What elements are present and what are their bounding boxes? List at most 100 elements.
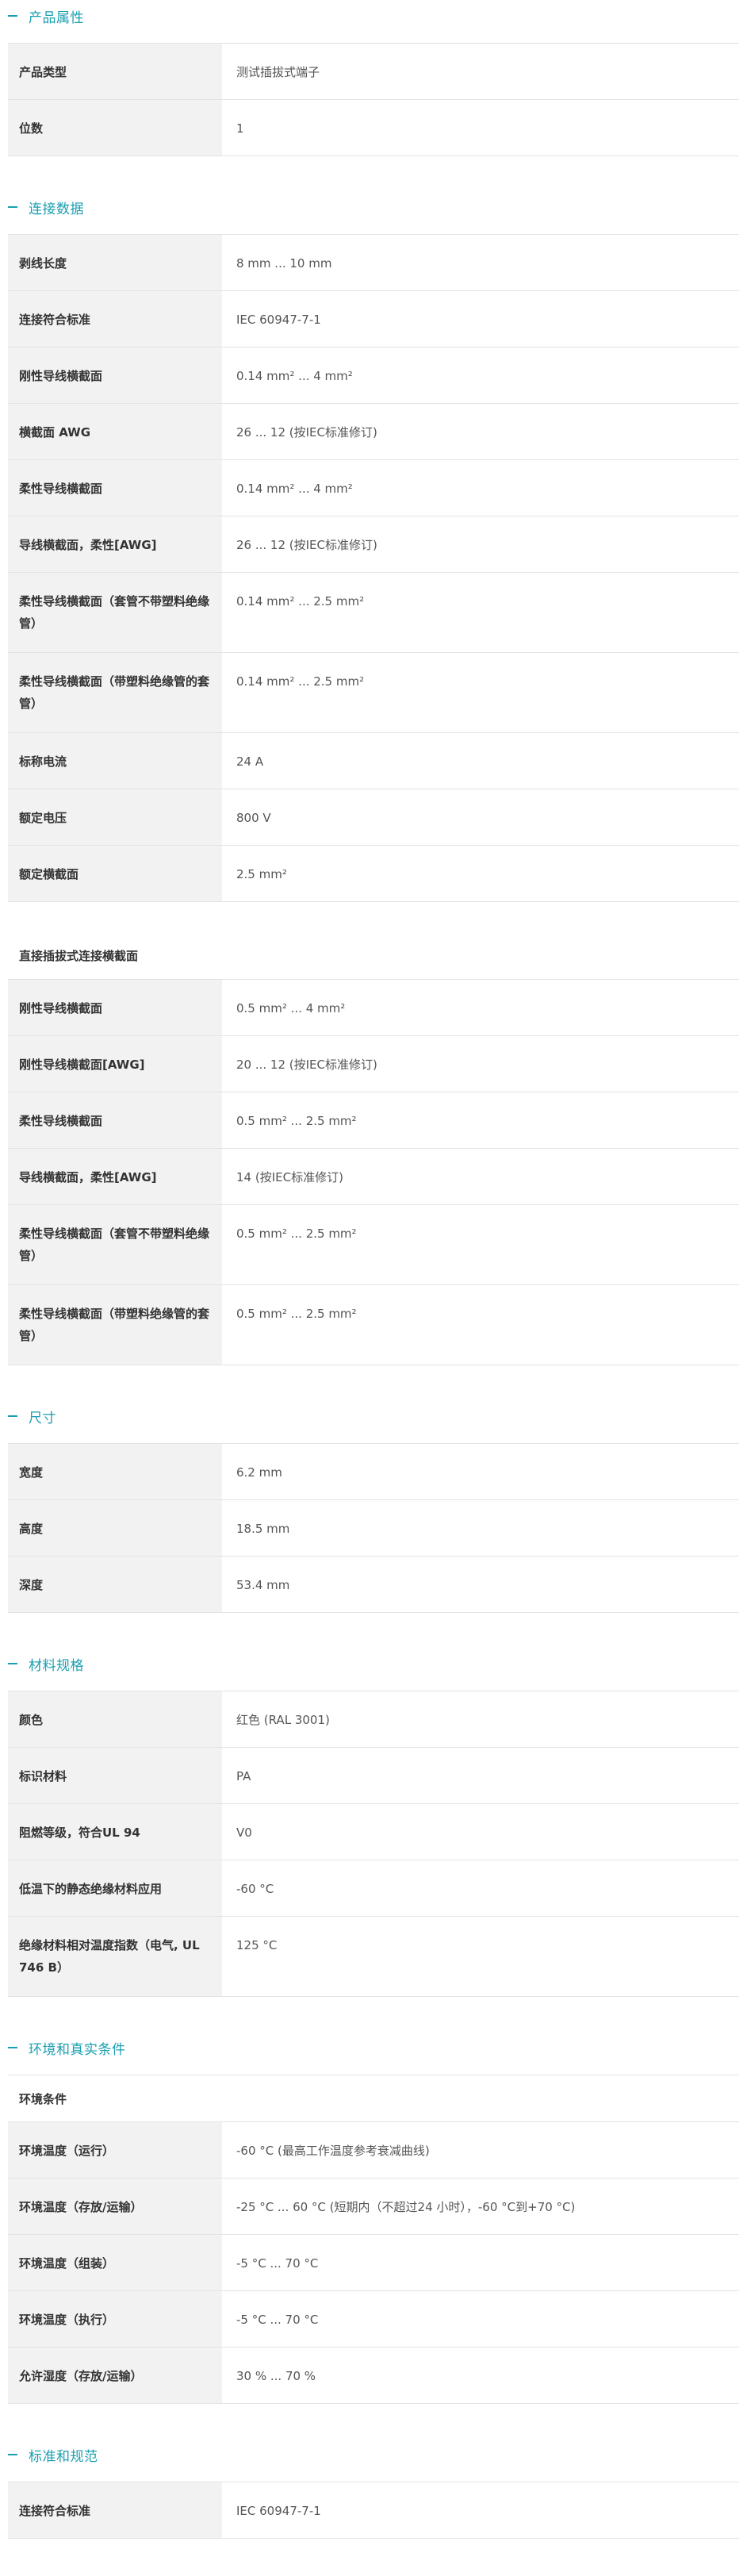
spec-table-product-properties: 产品类型 测试插拔式端子 位数 1 bbox=[8, 43, 739, 156]
row-value: -60 °C bbox=[236, 1882, 274, 1896]
row-label: 刚性导线横截面 bbox=[8, 980, 222, 1035]
row-label: 额定电压 bbox=[8, 789, 222, 845]
row-value: PA bbox=[236, 1769, 251, 1783]
spec-page: 产品属性 产品类型 测试插拔式端子 位数 1 连接数据 剥线长度 8 mm ... 1… bbox=[0, 0, 747, 2539]
row-value: 红色 (RAL 3001) bbox=[236, 1713, 330, 1727]
row-value: 1 bbox=[236, 121, 244, 136]
table-row: 标识材料 PA bbox=[8, 1748, 739, 1804]
row-value: 53.4 mm bbox=[236, 1578, 290, 1592]
row-value: 8 mm ... 10 mm bbox=[236, 256, 332, 271]
row-label: 标称电流 bbox=[8, 733, 222, 789]
table-row: 产品类型 测试插拔式端子 bbox=[8, 44, 739, 100]
table-row: 连接符合标准 IEC 60947-7-1 bbox=[8, 2482, 739, 2539]
row-label: 阻燃等级，符合UL 94 bbox=[8, 1804, 222, 1860]
row-value: 0.14 mm² ... 2.5 mm² bbox=[236, 594, 365, 608]
table-row: 连接符合标准 IEC 60947-7-1 bbox=[8, 291, 739, 347]
row-label: 连接符合标准 bbox=[8, 2482, 222, 2538]
row-label: 位数 bbox=[8, 100, 222, 155]
spec-table-direct-plug: 刚性导线横截面 0.5 mm² ... 4 mm² 刚性导线横截面[AWG] 20 … bbox=[8, 980, 739, 1365]
section-title: 连接数据 bbox=[29, 201, 84, 217]
table-row: 环境温度（组装） -5 °C ... 70 °C bbox=[8, 2235, 739, 2291]
row-label: 刚性导线横截面[AWG] bbox=[8, 1036, 222, 1092]
row-label: 导线横截面，柔性[AWG] bbox=[8, 1149, 222, 1204]
table-row: 阻燃等级，符合UL 94 V0 bbox=[8, 1804, 739, 1860]
row-value: 0.14 mm² ... 2.5 mm² bbox=[236, 674, 365, 689]
section-title: 环境和真实条件 bbox=[29, 2041, 126, 2058]
table-row: 位数 1 bbox=[8, 100, 739, 156]
row-value: 6.2 mm bbox=[236, 1465, 282, 1480]
section-header-standards[interactable]: 标准和规范 bbox=[0, 2439, 747, 2470]
row-label: 柔性导线横截面（带塑料绝缘管的套管） bbox=[8, 653, 222, 732]
section-title: 材料规格 bbox=[29, 1657, 84, 1674]
row-label: 环境温度（执行） bbox=[8, 2291, 222, 2347]
row-label: 刚性导线横截面 bbox=[8, 347, 222, 403]
row-value: 125 °C bbox=[236, 1938, 278, 1952]
table-row: 柔性导线横截面（带塑料绝缘管的套管） 0.5 mm² ... 2.5 mm² bbox=[8, 1285, 739, 1365]
row-value: 30 % ... 70 % bbox=[236, 2369, 316, 2383]
table-row: 柔性导线横截面 0.5 mm² ... 2.5 mm² bbox=[8, 1092, 739, 1149]
table-row: 颜色 红色 (RAL 3001) bbox=[8, 1691, 739, 1748]
row-label: 柔性导线横截面 bbox=[8, 1092, 222, 1148]
table-row: 柔性导线横截面 0.14 mm² ... 4 mm² bbox=[8, 460, 739, 516]
row-label: 剥线长度 bbox=[8, 235, 222, 290]
table-row: 绝缘材料相对温度指数（电气, UL 746 B） 125 °C bbox=[8, 1917, 739, 1997]
table-row: 柔性导线横截面（套管不带塑料绝缘管） 0.14 mm² ... 2.5 mm² bbox=[8, 573, 739, 653]
row-label: 颜色 bbox=[8, 1691, 222, 1747]
table-row: 额定电压 800 V bbox=[8, 789, 739, 846]
table-row: 刚性导线横截面 0.14 mm² ... 4 mm² bbox=[8, 347, 739, 404]
table-row: 环境温度（执行） -5 °C ... 70 °C bbox=[8, 2291, 739, 2348]
row-label: 柔性导线横截面 bbox=[8, 460, 222, 516]
table-row: 刚性导线横截面[AWG] 20 ... 12 (按IEC标准修订) bbox=[8, 1036, 739, 1092]
spec-table-material-specs: 颜色 红色 (RAL 3001) 标识材料 PA 阻燃等级，符合UL 94 V0 低温… bbox=[8, 1691, 739, 1997]
collapse-dash-icon[interactable] bbox=[8, 2454, 17, 2455]
section-header-dimensions[interactable]: 尺寸 bbox=[0, 1400, 747, 1432]
spec-table-dimensions: 宽度 6.2 mm 高度 18.5 mm 深度 53.4 mm bbox=[8, 1443, 739, 1613]
subgroup-heading: 直接插拔式连接横截面 bbox=[8, 932, 739, 980]
table-row: 低温下的静态绝缘材料应用 -60 °C bbox=[8, 1860, 739, 1917]
table-row: 高度 18.5 mm bbox=[8, 1500, 739, 1557]
table-row: 导线横截面，柔性[AWG] 14 (按IEC标准修订) bbox=[8, 1149, 739, 1205]
section-header-material-specs[interactable]: 材料规格 bbox=[0, 1648, 747, 1680]
table-row: 横截面 AWG 26 ... 12 (按IEC标准修订) bbox=[8, 404, 739, 460]
row-label: 环境温度（运行） bbox=[8, 2122, 222, 2178]
table-row: 导线横截面，柔性[AWG] 26 ... 12 (按IEC标准修订) bbox=[8, 516, 739, 573]
section-header-product-properties[interactable]: 产品属性 bbox=[0, 0, 747, 32]
row-value: 800 V bbox=[236, 811, 271, 825]
row-value: -5 °C ... 70 °C bbox=[236, 2256, 319, 2271]
row-value: 0.14 mm² ... 4 mm² bbox=[236, 369, 353, 383]
collapse-dash-icon[interactable] bbox=[8, 15, 17, 17]
row-label: 标识材料 bbox=[8, 1748, 222, 1803]
row-value: IEC 60947-7-1 bbox=[236, 313, 321, 327]
row-label: 低温下的静态绝缘材料应用 bbox=[8, 1860, 222, 1916]
section-header-connection-data[interactable]: 连接数据 bbox=[0, 191, 747, 223]
row-label: 额定横截面 bbox=[8, 846, 222, 901]
spec-table-environment: 环境温度（运行） -60 °C (最高工作温度参考衰减曲线) 环境温度（存放/运输… bbox=[8, 2122, 739, 2404]
section-title: 产品属性 bbox=[29, 10, 84, 26]
row-value: -25 °C ... 60 °C (短期内（不超过24 小时），-60 °C到+… bbox=[236, 2200, 576, 2214]
row-label: 横截面 AWG bbox=[8, 404, 222, 459]
row-value: -60 °C (最高工作温度参考衰减曲线) bbox=[236, 2144, 430, 2158]
subgroup-heading: 环境条件 bbox=[8, 2075, 739, 2122]
table-row: 额定横截面 2.5 mm² bbox=[8, 846, 739, 902]
collapse-dash-icon[interactable] bbox=[8, 1415, 17, 1417]
collapse-dash-icon[interactable] bbox=[8, 1663, 17, 1664]
table-row: 标称电流 24 A bbox=[8, 733, 739, 789]
row-value: IEC 60947-7-1 bbox=[236, 2504, 321, 2518]
table-row: 宽度 6.2 mm bbox=[8, 1444, 739, 1500]
row-label: 环境温度（存放/运输） bbox=[8, 2179, 222, 2234]
row-value: -5 °C ... 70 °C bbox=[236, 2313, 319, 2327]
table-row: 柔性导线横截面（套管不带塑料绝缘管） 0.5 mm² ... 2.5 mm² bbox=[8, 1205, 739, 1285]
row-label: 允许湿度（存放/运输） bbox=[8, 2348, 222, 2403]
spec-table-connection-data: 剥线长度 8 mm ... 10 mm 连接符合标准 IEC 60947-7-1 刚… bbox=[8, 234, 739, 902]
collapse-dash-icon[interactable] bbox=[8, 2047, 17, 2048]
table-row: 允许湿度（存放/运输） 30 % ... 70 % bbox=[8, 2348, 739, 2404]
section-header-environment[interactable]: 环境和真实条件 bbox=[0, 2032, 747, 2063]
collapse-dash-icon[interactable] bbox=[8, 206, 17, 208]
row-value: 24 A bbox=[236, 754, 264, 769]
row-value: 26 ... 12 (按IEC标准修订) bbox=[236, 538, 377, 552]
row-value: 26 ... 12 (按IEC标准修订) bbox=[236, 425, 377, 440]
row-label: 高度 bbox=[8, 1500, 222, 1556]
row-value: 14 (按IEC标准修订) bbox=[236, 1170, 343, 1184]
table-row: 深度 53.4 mm bbox=[8, 1557, 739, 1613]
row-label: 连接符合标准 bbox=[8, 291, 222, 347]
